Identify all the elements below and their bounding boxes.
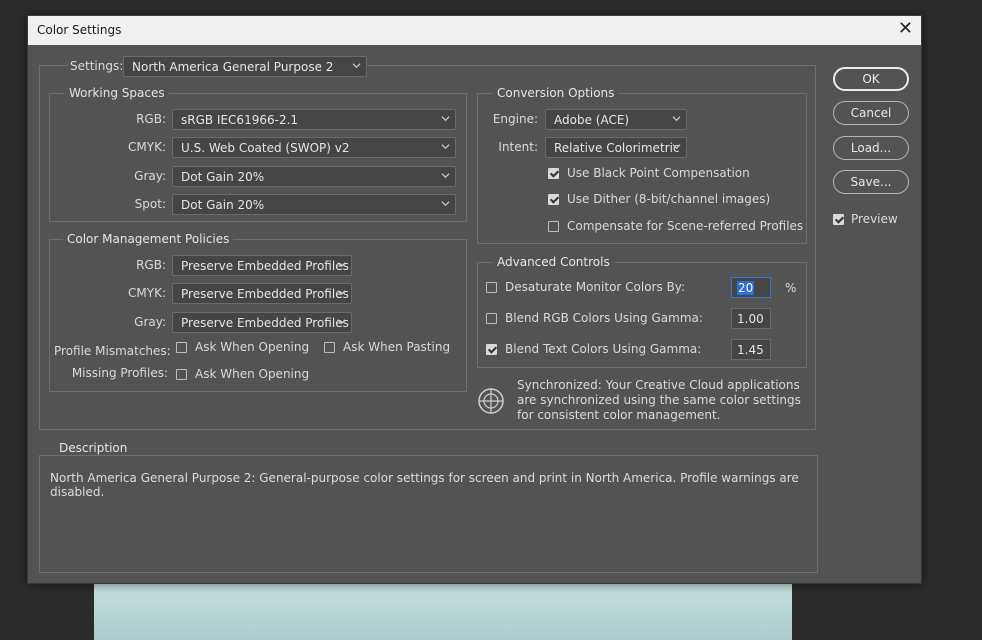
ws-rgb-value: sRGB IEC61966-2.1 [181, 113, 299, 127]
ws-gray-label: Gray: [134, 169, 166, 183]
desaturate-value: 20 [737, 281, 755, 295]
ws-cmyk-value: U.S. Web Coated (SWOP) v2 [181, 141, 350, 155]
chevron-down-icon [441, 173, 450, 179]
engine-value: Adobe (ACE) [554, 113, 630, 127]
policies-legend: Color Management Policies [63, 232, 234, 246]
ws-spot-select[interactable]: Dot Gain 20% [172, 194, 456, 215]
conversion-legend: Conversion Options [493, 86, 619, 100]
chevron-down-icon [337, 319, 346, 325]
preview-label[interactable]: Preview [851, 212, 898, 226]
ws-gray-value: Dot Gain 20% [181, 170, 265, 184]
intent-select[interactable]: Relative Colorimetric [545, 137, 687, 158]
dialog-title: Color Settings [37, 23, 122, 37]
advanced-legend: Advanced Controls [493, 255, 614, 269]
settings-select-value: North America General Purpose 2 [132, 60, 334, 74]
policy-cmyk-label: CMYK: [128, 286, 166, 300]
blend-rgb-label[interactable]: Blend RGB Colors Using Gamma: [505, 311, 703, 325]
engine-select[interactable]: Adobe (ACE) [545, 109, 687, 130]
cancel-button[interactable]: Cancel [833, 101, 909, 125]
chevron-down-icon [441, 144, 450, 150]
close-icon[interactable]: ✕ [898, 18, 913, 39]
ws-gray-select[interactable]: Dot Gain 20% [172, 166, 456, 187]
dither-checkbox[interactable] [548, 194, 559, 205]
policy-rgb-select[interactable]: Preserve Embedded Profiles [172, 255, 352, 276]
policy-rgb-value: Preserve Embedded Profiles [181, 259, 349, 273]
black-point-checkbox[interactable] [548, 168, 559, 179]
desaturate-label[interactable]: Desaturate Monitor Colors By: [505, 280, 685, 294]
chevron-down-icon [441, 201, 450, 207]
engine-label: Engine: [492, 112, 538, 126]
desaturate-input[interactable]: 20 [731, 277, 771, 298]
policy-cmyk-select[interactable]: Preserve Embedded Profiles [172, 283, 352, 304]
chevron-down-icon [337, 262, 346, 268]
description-text: North America General Purpose 2: General… [50, 471, 799, 499]
save-button[interactable]: Save... [833, 170, 909, 194]
blend-text-input[interactable]: 1.45 [731, 339, 771, 360]
settings-select[interactable]: North America General Purpose 2 [123, 56, 367, 77]
description-legend: Description [55, 441, 132, 455]
ws-spot-label: Spot: [134, 197, 166, 211]
load-button[interactable]: Load... [833, 136, 909, 160]
ws-spot-value: Dot Gain 20% [181, 198, 265, 212]
missing-ask-when-opening-label[interactable]: Ask When Opening [195, 367, 309, 381]
ok-button[interactable]: OK [833, 67, 909, 91]
color-settings-dialog: Color Settings ✕ Settings: North America… [27, 15, 922, 584]
ws-cmyk-label: CMYK: [128, 140, 166, 154]
profile-mismatches-label: Profile Mismatches: [54, 344, 171, 358]
chevron-down-icon [337, 290, 346, 296]
sync-status-text: Synchronized: Your Creative Cloud applic… [517, 378, 801, 422]
description-group: North America General Purpose 2: General… [39, 455, 818, 573]
policy-gray-value: Preserve Embedded Profiles [181, 316, 349, 330]
ws-rgb-label: RGB: [136, 112, 166, 126]
dither-label[interactable]: Use Dither (8-bit/channel images) [567, 192, 770, 206]
blend-text-label[interactable]: Blend Text Colors Using Gamma: [505, 342, 701, 356]
scene-referred-label[interactable]: Compensate for Scene-referred Profiles [567, 219, 803, 233]
policy-rgb-label: RGB: [136, 258, 166, 272]
ws-cmyk-select[interactable]: U.S. Web Coated (SWOP) v2 [172, 137, 456, 158]
chevron-down-icon [441, 116, 450, 122]
title-bar: Color Settings ✕ [28, 16, 921, 45]
missing-ask-when-opening-checkbox[interactable] [176, 369, 187, 380]
black-point-label[interactable]: Use Black Point Compensation [567, 166, 750, 180]
blend-text-value: 1.45 [737, 343, 764, 357]
working-spaces-legend: Working Spaces [65, 86, 169, 100]
blend-rgb-value: 1.00 [737, 312, 764, 326]
policy-gray-select[interactable]: Preserve Embedded Profiles [172, 312, 352, 333]
intent-label: Intent: [498, 140, 538, 154]
preview-checkbox[interactable] [833, 214, 844, 225]
sync-globe-icon [478, 388, 504, 414]
settings-label: Settings: [68, 59, 128, 73]
policy-cmyk-value: Preserve Embedded Profiles [181, 287, 349, 301]
scene-referred-checkbox[interactable] [548, 221, 559, 232]
chevron-down-icon [672, 144, 681, 150]
ws-rgb-select[interactable]: sRGB IEC61966-2.1 [172, 109, 456, 130]
blend-text-checkbox[interactable] [486, 344, 497, 355]
ask-when-pasting-checkbox[interactable] [324, 342, 335, 353]
percent-label: % [785, 281, 797, 295]
chevron-down-icon [672, 116, 681, 122]
missing-profiles-label: Missing Profiles: [71, 366, 168, 380]
blend-rgb-checkbox[interactable] [486, 313, 497, 324]
ask-when-opening-label[interactable]: Ask When Opening [195, 340, 309, 354]
desaturate-checkbox[interactable] [486, 282, 497, 293]
policy-gray-label: Gray: [134, 315, 166, 329]
intent-value: Relative Colorimetric [554, 141, 680, 155]
ask-when-opening-checkbox[interactable] [176, 342, 187, 353]
blend-rgb-input[interactable]: 1.00 [731, 308, 771, 329]
chevron-down-icon [352, 63, 361, 69]
ask-when-pasting-label[interactable]: Ask When Pasting [343, 340, 450, 354]
document-canvas [94, 582, 792, 640]
